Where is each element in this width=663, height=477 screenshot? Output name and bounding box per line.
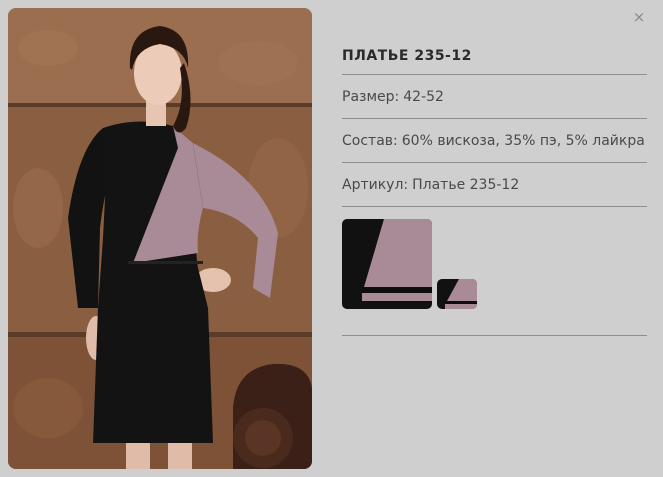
size-label: Размер: [342, 89, 400, 105]
product-details: ПЛАТЬЕ 235-12 Размер: 42-52 Состав: 60% ви… [342, 36, 647, 336]
product-modal: × ПЛАТЬЕ 235-12 Размер: 42-52 Состав: 60… [0, 0, 663, 477]
composition-row: Состав: 60% вискоза, 35% пэ, 5% лайкра [342, 119, 647, 163]
thumbnail-small[interactable] [437, 279, 477, 309]
composition-value: 60% вискоза, 35% пэ, 5% лайкра [401, 133, 645, 149]
product-title: ПЛАТЬЕ 235-12 [342, 36, 647, 75]
thumbnail-large[interactable] [342, 219, 432, 309]
size-value: 42-52 [403, 89, 444, 105]
product-photo [8, 8, 312, 469]
close-icon[interactable]: × [630, 8, 648, 26]
thumbnail-gallery [342, 207, 647, 336]
composition-label: Состав: [342, 133, 398, 149]
article-label: Артикул: [342, 177, 409, 193]
article-value: Платье 235-12 [412, 177, 520, 193]
size-row: Размер: 42-52 [342, 75, 647, 119]
article-row: Артикул: Платье 235-12 [342, 163, 647, 207]
